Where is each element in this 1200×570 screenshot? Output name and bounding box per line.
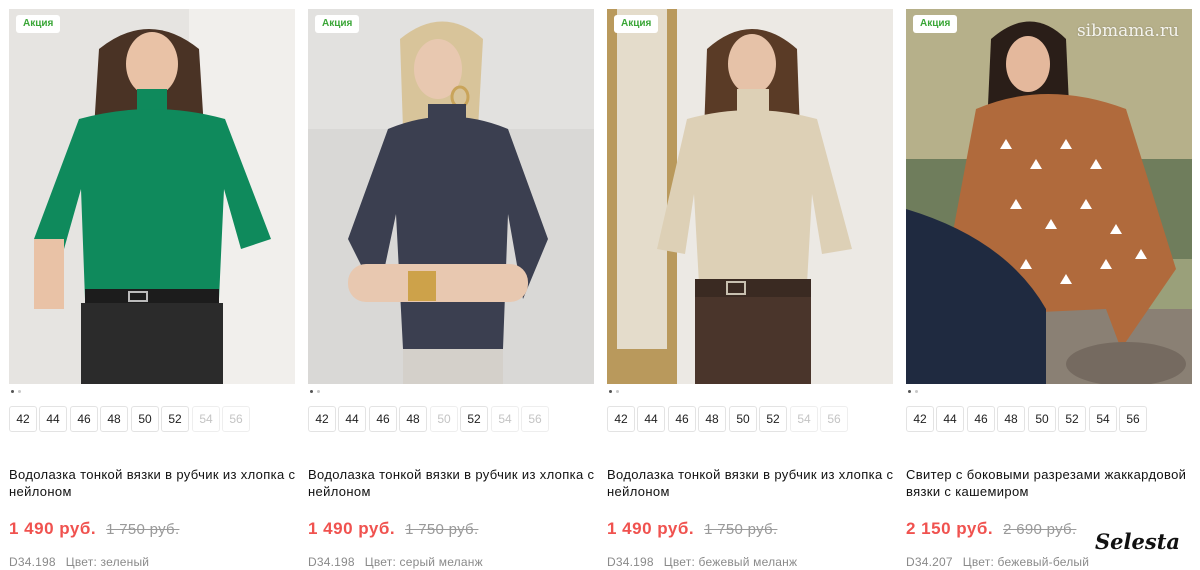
pager-dot-active[interactable] (609, 390, 612, 393)
size-option[interactable]: 50 (1028, 406, 1056, 432)
product-card[interactable]: Акция 42 44 46 48 50 52 54 56 Водолазка … (9, 9, 295, 570)
size-option-unavailable: 54 (192, 406, 220, 432)
image-pager[interactable] (11, 390, 25, 396)
product-color: Цвет: зеленый (65, 555, 150, 569)
product-photo[interactable]: Акция (9, 9, 295, 384)
product-card[interactable]: Акция 42 44 46 48 50 52 54 56 Водолазка … (308, 9, 594, 570)
price-block: 1 490 руб. 1 750 руб. (9, 519, 179, 543)
size-option[interactable]: 44 (936, 406, 964, 432)
product-color: Цвет: серый меланж (364, 555, 483, 569)
product-image (308, 9, 594, 384)
promo-badge: Акция (16, 15, 61, 33)
product-code: D34.198 (607, 555, 654, 569)
size-option-unavailable: 50 (430, 406, 458, 432)
pager-dot-active[interactable] (11, 390, 14, 393)
watermark-site: sibmama.ru (1076, 21, 1179, 41)
old-price: 1 750 руб. (704, 521, 778, 538)
old-price: 2 690 руб. (1003, 521, 1077, 538)
size-option[interactable]: 48 (698, 406, 726, 432)
size-option-unavailable: 54 (491, 406, 519, 432)
product-card[interactable]: Акция 42 44 46 48 50 52 54 56 Свитер с б… (906, 9, 1192, 570)
size-list: 42 44 46 48 50 52 54 56 (906, 406, 1192, 432)
size-option[interactable]: 50 (131, 406, 159, 432)
promo-badge: Акция (614, 15, 659, 33)
size-option[interactable]: 46 (668, 406, 696, 432)
product-color: Цвет: бежевый меланж (663, 555, 798, 569)
product-title[interactable]: Водолазка тонкой вязки в рубчик из хлопк… (9, 466, 299, 500)
price-block: 1 490 руб. 1 750 руб. (308, 519, 478, 543)
product-code: D34.198 (9, 555, 56, 569)
product-photo[interactable]: Акция (308, 9, 594, 384)
product-title[interactable]: Водолазка тонкой вязки в рубчик из хлопк… (607, 466, 897, 500)
promo-badge: Акция (315, 15, 360, 33)
size-option[interactable]: 52 (161, 406, 189, 432)
size-option[interactable]: 52 (460, 406, 488, 432)
size-option-unavailable: 56 (820, 406, 848, 432)
size-option[interactable]: 48 (997, 406, 1025, 432)
watermark-brand-logo: Selesta (1095, 529, 1180, 554)
image-pager[interactable] (908, 390, 922, 396)
product-image (906, 9, 1192, 384)
pager-dot[interactable] (18, 390, 21, 393)
size-option[interactable]: 46 (369, 406, 397, 432)
old-price: 1 750 руб. (106, 521, 180, 538)
product-meta: D34.198 Цвет: серый меланж (308, 555, 483, 569)
size-option[interactable]: 46 (967, 406, 995, 432)
product-card[interactable]: Акция 42 44 46 48 50 52 54 56 Водолазка … (607, 9, 893, 570)
size-list: 42 44 46 48 50 52 54 56 (9, 406, 295, 432)
product-meta: D34.207 Цвет: бежевый-белый (906, 555, 1089, 569)
size-option[interactable]: 44 (39, 406, 67, 432)
pager-dot[interactable] (616, 390, 619, 393)
size-option[interactable]: 42 (9, 406, 37, 432)
product-color: Цвет: бежевый-белый (962, 555, 1090, 569)
promo-badge: Акция (913, 15, 958, 33)
size-option-unavailable: 56 (521, 406, 549, 432)
pager-dot[interactable] (317, 390, 320, 393)
current-price: 1 490 руб. (9, 519, 97, 538)
product-meta: D34.198 Цвет: бежевый меланж (607, 555, 797, 569)
image-pager[interactable] (609, 390, 623, 396)
product-image (607, 9, 893, 384)
product-image (9, 9, 295, 384)
old-price: 1 750 руб. (405, 521, 479, 538)
current-price: 1 490 руб. (308, 519, 396, 538)
product-code: D34.198 (308, 555, 355, 569)
product-title[interactable]: Водолазка тонкой вязки в рубчик из хлопк… (308, 466, 598, 500)
size-option[interactable]: 52 (1058, 406, 1086, 432)
pager-dot-active[interactable] (310, 390, 313, 393)
size-option[interactable]: 44 (637, 406, 665, 432)
product-title[interactable]: Свитер с боковыми разрезами жаккардовой … (906, 466, 1196, 500)
size-option[interactable]: 42 (308, 406, 336, 432)
size-option[interactable]: 46 (70, 406, 98, 432)
price-block: 1 490 руб. 1 750 руб. (607, 519, 777, 543)
size-option[interactable]: 56 (1119, 406, 1147, 432)
pager-dot[interactable] (915, 390, 918, 393)
product-photo[interactable]: Акция (906, 9, 1192, 384)
size-option[interactable]: 42 (607, 406, 635, 432)
size-option[interactable]: 54 (1089, 406, 1117, 432)
size-option[interactable]: 44 (338, 406, 366, 432)
size-option-unavailable: 54 (790, 406, 818, 432)
size-list: 42 44 46 48 50 52 54 56 (308, 406, 594, 432)
size-option[interactable]: 48 (100, 406, 128, 432)
product-photo[interactable]: Акция (607, 9, 893, 384)
size-option[interactable]: 48 (399, 406, 427, 432)
current-price: 2 150 руб. (906, 519, 994, 538)
size-option[interactable]: 42 (906, 406, 934, 432)
product-meta: D34.198 Цвет: зеленый (9, 555, 149, 569)
current-price: 1 490 руб. (607, 519, 695, 538)
price-block: 2 150 руб. 2 690 руб. (906, 519, 1076, 543)
pager-dot-active[interactable] (908, 390, 911, 393)
size-option-unavailable: 56 (222, 406, 250, 432)
size-option[interactable]: 52 (759, 406, 787, 432)
product-grid: Акция 42 44 46 48 50 52 54 56 Водолазка … (0, 0, 1200, 570)
product-code: D34.207 (906, 555, 953, 569)
size-list: 42 44 46 48 50 52 54 56 (607, 406, 893, 432)
image-pager[interactable] (310, 390, 324, 396)
size-option[interactable]: 50 (729, 406, 757, 432)
